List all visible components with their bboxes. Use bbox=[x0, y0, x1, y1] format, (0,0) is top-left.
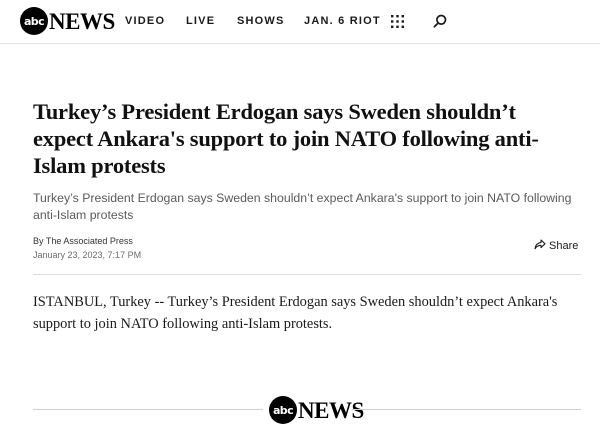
article-byline: By The Associated Press bbox=[33, 236, 133, 246]
footer-abc-news-logo[interactable]: abc NEWS bbox=[269, 396, 364, 424]
nav-item-shows[interactable]: SHOWS bbox=[237, 14, 285, 28]
nav-item-video[interactable]: VIDEO bbox=[125, 14, 165, 28]
article-timestamp: January 23, 2023, 7:17 PM bbox=[33, 250, 142, 260]
article-body-paragraph: ISTANBUL, Turkey -- Turkey’s President E… bbox=[33, 294, 558, 332]
share-label: Share bbox=[549, 240, 579, 252]
abc-logo-circle: abc bbox=[20, 7, 48, 35]
nav-item-jan6-riot[interactable]: JAN. 6 RIOT bbox=[304, 14, 381, 28]
article-subheadline: Turkey’s President Erdogan says Sweden s… bbox=[33, 191, 572, 222]
article-headline: Turkey’s President Erdogan says Sweden s… bbox=[33, 99, 539, 178]
search-icon[interactable] bbox=[433, 14, 447, 33]
footer-rule-right bbox=[352, 409, 581, 410]
footer-rule-left bbox=[33, 409, 263, 410]
byline-divider bbox=[33, 274, 581, 275]
top-navigation: abc NEWS VIDEO LIVE SHOWS JAN. 6 RIOT bbox=[0, 0, 600, 44]
grid-menu-icon[interactable] bbox=[391, 15, 404, 33]
footer-news-wordmark: NEWS bbox=[298, 397, 364, 423]
footer-abc-logo-circle: abc bbox=[269, 396, 297, 424]
news-wordmark: NEWS bbox=[49, 8, 115, 34]
abc-news-logo[interactable]: abc NEWS bbox=[20, 7, 115, 35]
share-icon bbox=[534, 239, 546, 253]
nav-item-live[interactable]: LIVE bbox=[186, 14, 215, 28]
share-button[interactable]: Share bbox=[534, 239, 578, 253]
